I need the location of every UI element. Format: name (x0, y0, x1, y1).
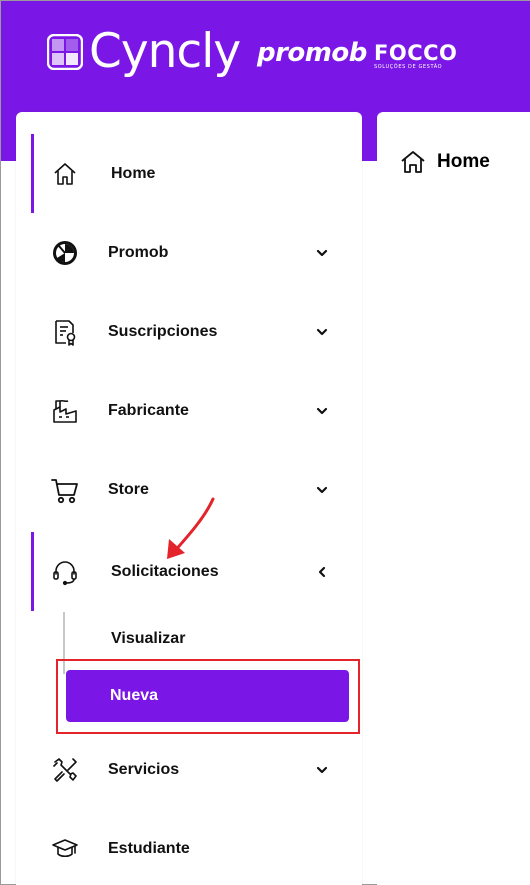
main-content: Home (377, 112, 530, 885)
sidebar-item-home[interactable]: Home (16, 134, 362, 213)
headset-icon (50, 557, 80, 587)
active-indicator (31, 532, 34, 611)
home-icon (50, 159, 80, 189)
home-icon (401, 151, 425, 173)
active-indicator (31, 134, 34, 213)
cart-icon (50, 475, 80, 505)
chevron-down-icon[interactable] (312, 243, 332, 263)
sidebar-item-promob[interactable]: Promob (16, 213, 362, 292)
focco-logo: FOCCO (374, 41, 458, 65)
sidebar-item-store[interactable]: Store (16, 450, 362, 529)
promob-logo: promob (257, 38, 367, 68)
sidebar-item-label: Promob (108, 243, 169, 261)
page-title: Home (399, 148, 490, 176)
submenu-item-nueva[interactable]: Nueva (66, 670, 349, 722)
submenu-item-label: Nueva (110, 687, 159, 704)
sidebar-item-suscripciones[interactable]: Suscripciones (16, 292, 362, 371)
sidebar-item-servicios[interactable]: Servicios (16, 730, 362, 809)
sidebar: Home Promob Suscripciones Fabricante Sto… (16, 112, 362, 885)
brand: Cyncly (47, 24, 241, 79)
sidebar-item-label: Servicios (108, 760, 180, 778)
promob-icon (50, 238, 80, 268)
sidebar-item-label: Store (108, 480, 149, 498)
submenu-item-visualizar[interactable]: Visualizar (111, 630, 185, 648)
chevron-left-icon[interactable] (312, 562, 332, 582)
sidebar-item-label: Solicitaciones (111, 562, 219, 580)
submenu-guide-line (63, 612, 65, 674)
sidebar-item-label: Home (111, 164, 156, 182)
chevron-down-icon[interactable] (312, 401, 332, 421)
sidebar-item-estudiante[interactable]: Estudiante (16, 809, 362, 885)
sidebar-item-fabricante[interactable]: Fabricante (16, 371, 362, 450)
certificate-icon (50, 317, 80, 347)
focco-tagline: SOLUÇÕES DE GESTÃO (374, 64, 443, 70)
sidebar-item-label: Fabricante (108, 401, 189, 419)
chevron-down-icon[interactable] (312, 322, 332, 342)
tools-icon (50, 755, 80, 785)
sidebar-item-label: Estudiante (108, 839, 190, 857)
page-title-text: Home (437, 151, 490, 172)
chevron-down-icon[interactable] (312, 760, 332, 780)
graduation-cap-icon (50, 834, 80, 864)
sidebar-item-solicitaciones[interactable]: Solicitaciones (16, 532, 362, 611)
sidebar-item-label: Suscripciones (108, 322, 218, 340)
chevron-down-icon[interactable] (312, 480, 332, 500)
cyncly-logo-icon (47, 34, 83, 70)
factory-icon (50, 396, 80, 426)
brand-name: Cyncly (89, 24, 241, 79)
